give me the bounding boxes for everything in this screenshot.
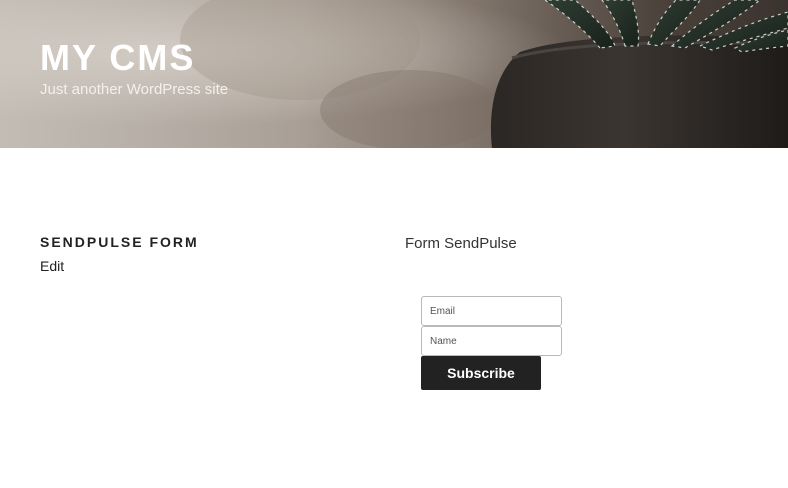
page-title: SENDPULSE FORM	[40, 234, 199, 250]
site-title[interactable]: MY CMS	[40, 36, 195, 80]
site-tagline: Just another WordPress site	[40, 81, 229, 98]
form-title: Form SendPulse	[405, 235, 517, 252]
site-header: MY CMS Just another WordPress site	[0, 0, 788, 148]
page: MY CMS Just another WordPress site SENDP…	[0, 0, 788, 488]
name-field[interactable]	[421, 326, 562, 356]
sendpulse-subscribe-form: Subscribe	[421, 296, 563, 390]
edit-link[interactable]: Edit	[40, 258, 64, 274]
subscribe-button[interactable]: Subscribe	[421, 356, 541, 390]
email-field[interactable]	[421, 296, 562, 326]
